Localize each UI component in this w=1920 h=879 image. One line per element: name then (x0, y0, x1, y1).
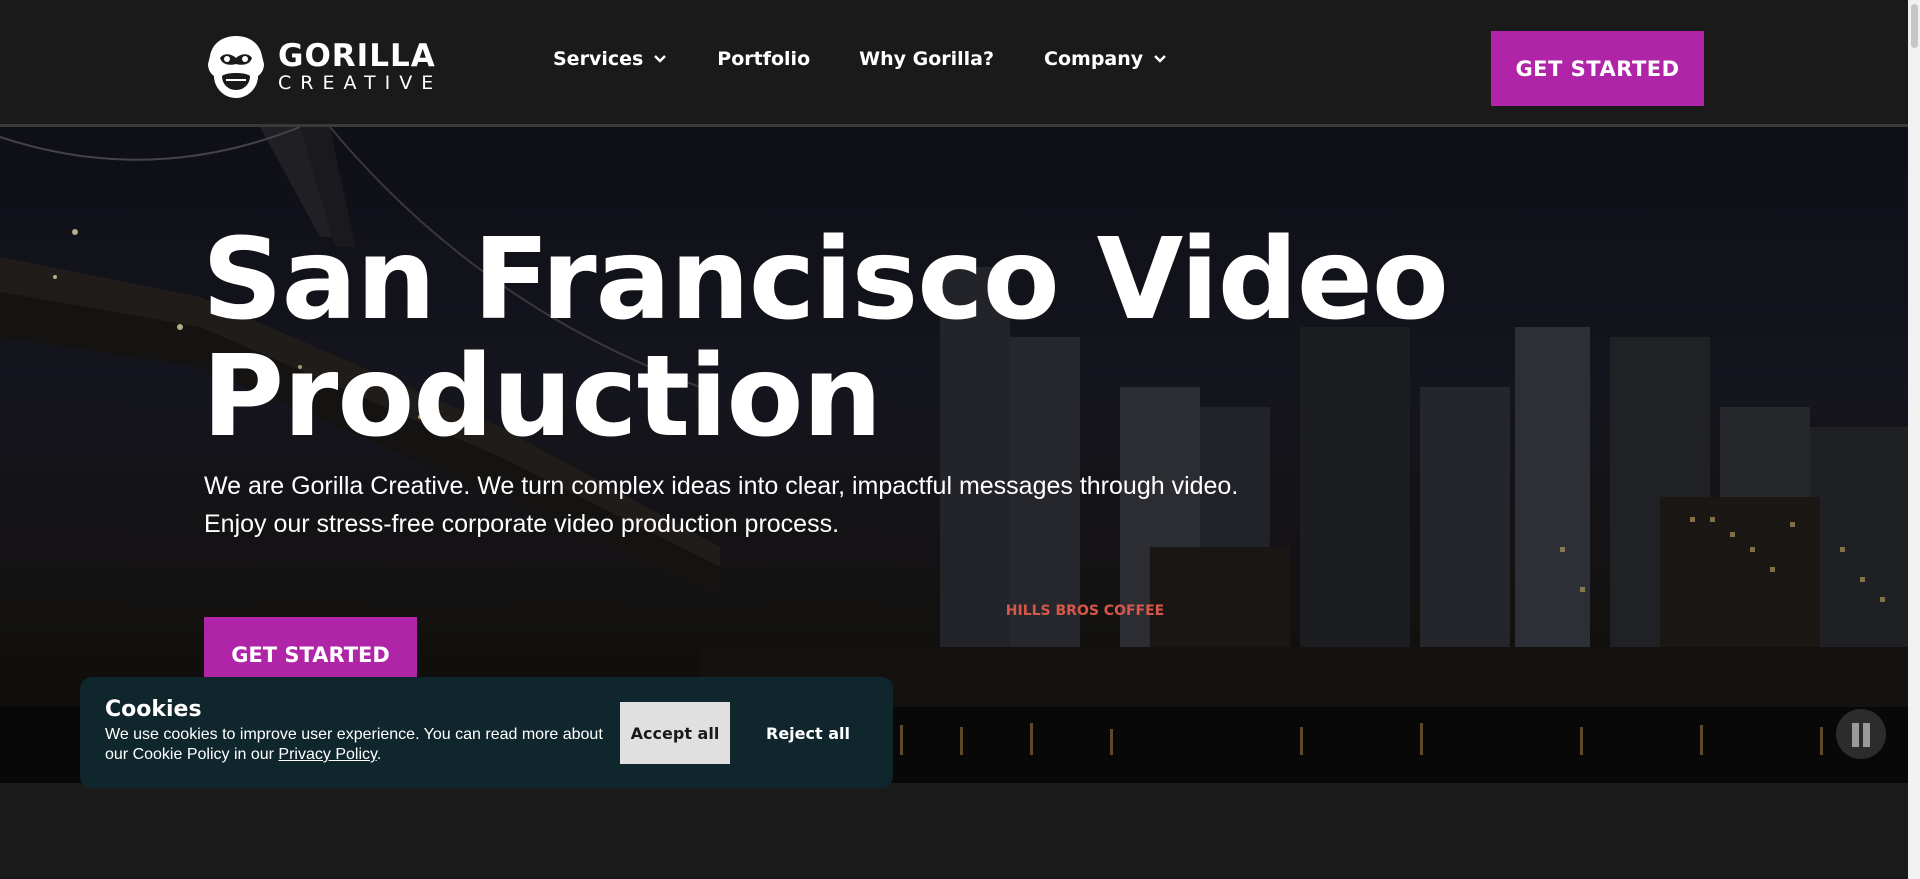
nav-item-services[interactable]: Services (553, 48, 667, 70)
chevron-down-icon (1154, 55, 1167, 63)
gorilla-creative-logo[interactable]: GORILLA CREATIVE (206, 34, 442, 100)
pause-icon (1852, 723, 1859, 747)
reject-all-button[interactable]: Reject all (748, 702, 868, 764)
page-title-line-1: San Francisco Video (202, 215, 1449, 345)
nav-item-label: Why Gorilla? (859, 48, 995, 70)
nav-item-label: Portfolio (717, 48, 811, 70)
main-nav: Services Portfolio Why Gorilla? Company (553, 48, 1217, 70)
nav-item-company[interactable]: Company (1044, 48, 1167, 70)
cookie-text-end: . (376, 746, 382, 763)
page-scrollbar[interactable] (1908, 0, 1920, 879)
privacy-policy-link[interactable]: Privacy Policy (278, 746, 376, 763)
logo-wordmark-secondary: CREATIVE (278, 72, 443, 94)
cookie-banner: Cookies We use cookies to improve user e… (80, 677, 893, 788)
page-title-line-2: Production (202, 332, 882, 462)
logo-wordmark-primary: GORILLA (278, 38, 436, 74)
nav-item-label: Company (1044, 48, 1144, 70)
nav-item-why-gorilla[interactable]: Why Gorilla? (859, 48, 994, 70)
cookie-banner-title: Cookies (105, 697, 202, 722)
chevron-down-icon (654, 55, 667, 63)
header-get-started-button[interactable]: GET STARTED (1491, 31, 1704, 106)
hero-subtitle-line-1: We are Gorilla Creative. We turn complex… (204, 472, 1239, 500)
pause-icon-bar (1863, 723, 1870, 747)
accept-all-button[interactable]: Accept all (620, 702, 730, 764)
scrollbar-thumb[interactable] (1911, 4, 1918, 48)
page-title: San Francisco Video Production (202, 222, 1602, 456)
gorilla-logo-icon (208, 36, 264, 98)
video-pause-button[interactable] (1836, 709, 1886, 759)
site-header: GORILLA CREATIVE Services Portfolio Why … (0, 0, 1908, 127)
cookie-banner-text: We use cookies to improve user experienc… (105, 725, 605, 765)
nav-item-portfolio[interactable]: Portfolio (717, 48, 810, 70)
hills-bros-coffee-sign: HILLS BROS COFFEE (1006, 603, 1164, 619)
nav-item-label: Services (553, 48, 644, 70)
hero-subtitle: We are Gorilla Creative. We turn complex… (204, 467, 1384, 543)
hero-subtitle-line-2: Enjoy our stress-free corporate video pr… (204, 510, 840, 538)
